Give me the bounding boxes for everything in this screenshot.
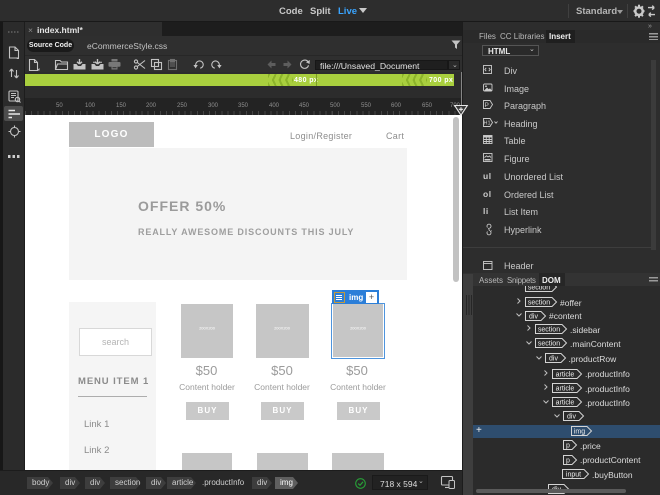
svg-text:div: div	[549, 355, 558, 362]
svg-text:P: P	[485, 102, 489, 109]
svg-text:p: p	[566, 443, 570, 450]
svg-text:p: p	[566, 457, 570, 464]
svg-text:div: div	[529, 313, 538, 320]
svg-text:section: section	[538, 327, 560, 334]
svg-text:div: div	[567, 414, 576, 421]
svg-text:img: img	[574, 428, 585, 435]
svg-text:article: article	[556, 385, 575, 392]
svg-text:article: article	[556, 400, 575, 407]
svg-text:section: section	[538, 341, 560, 348]
svg-text:input: input	[566, 471, 581, 478]
svg-text:H1: H1	[483, 121, 490, 127]
svg-text:article: article	[556, 371, 575, 378]
svg-text:section: section	[528, 286, 550, 291]
svg-text:section: section	[528, 299, 550, 306]
